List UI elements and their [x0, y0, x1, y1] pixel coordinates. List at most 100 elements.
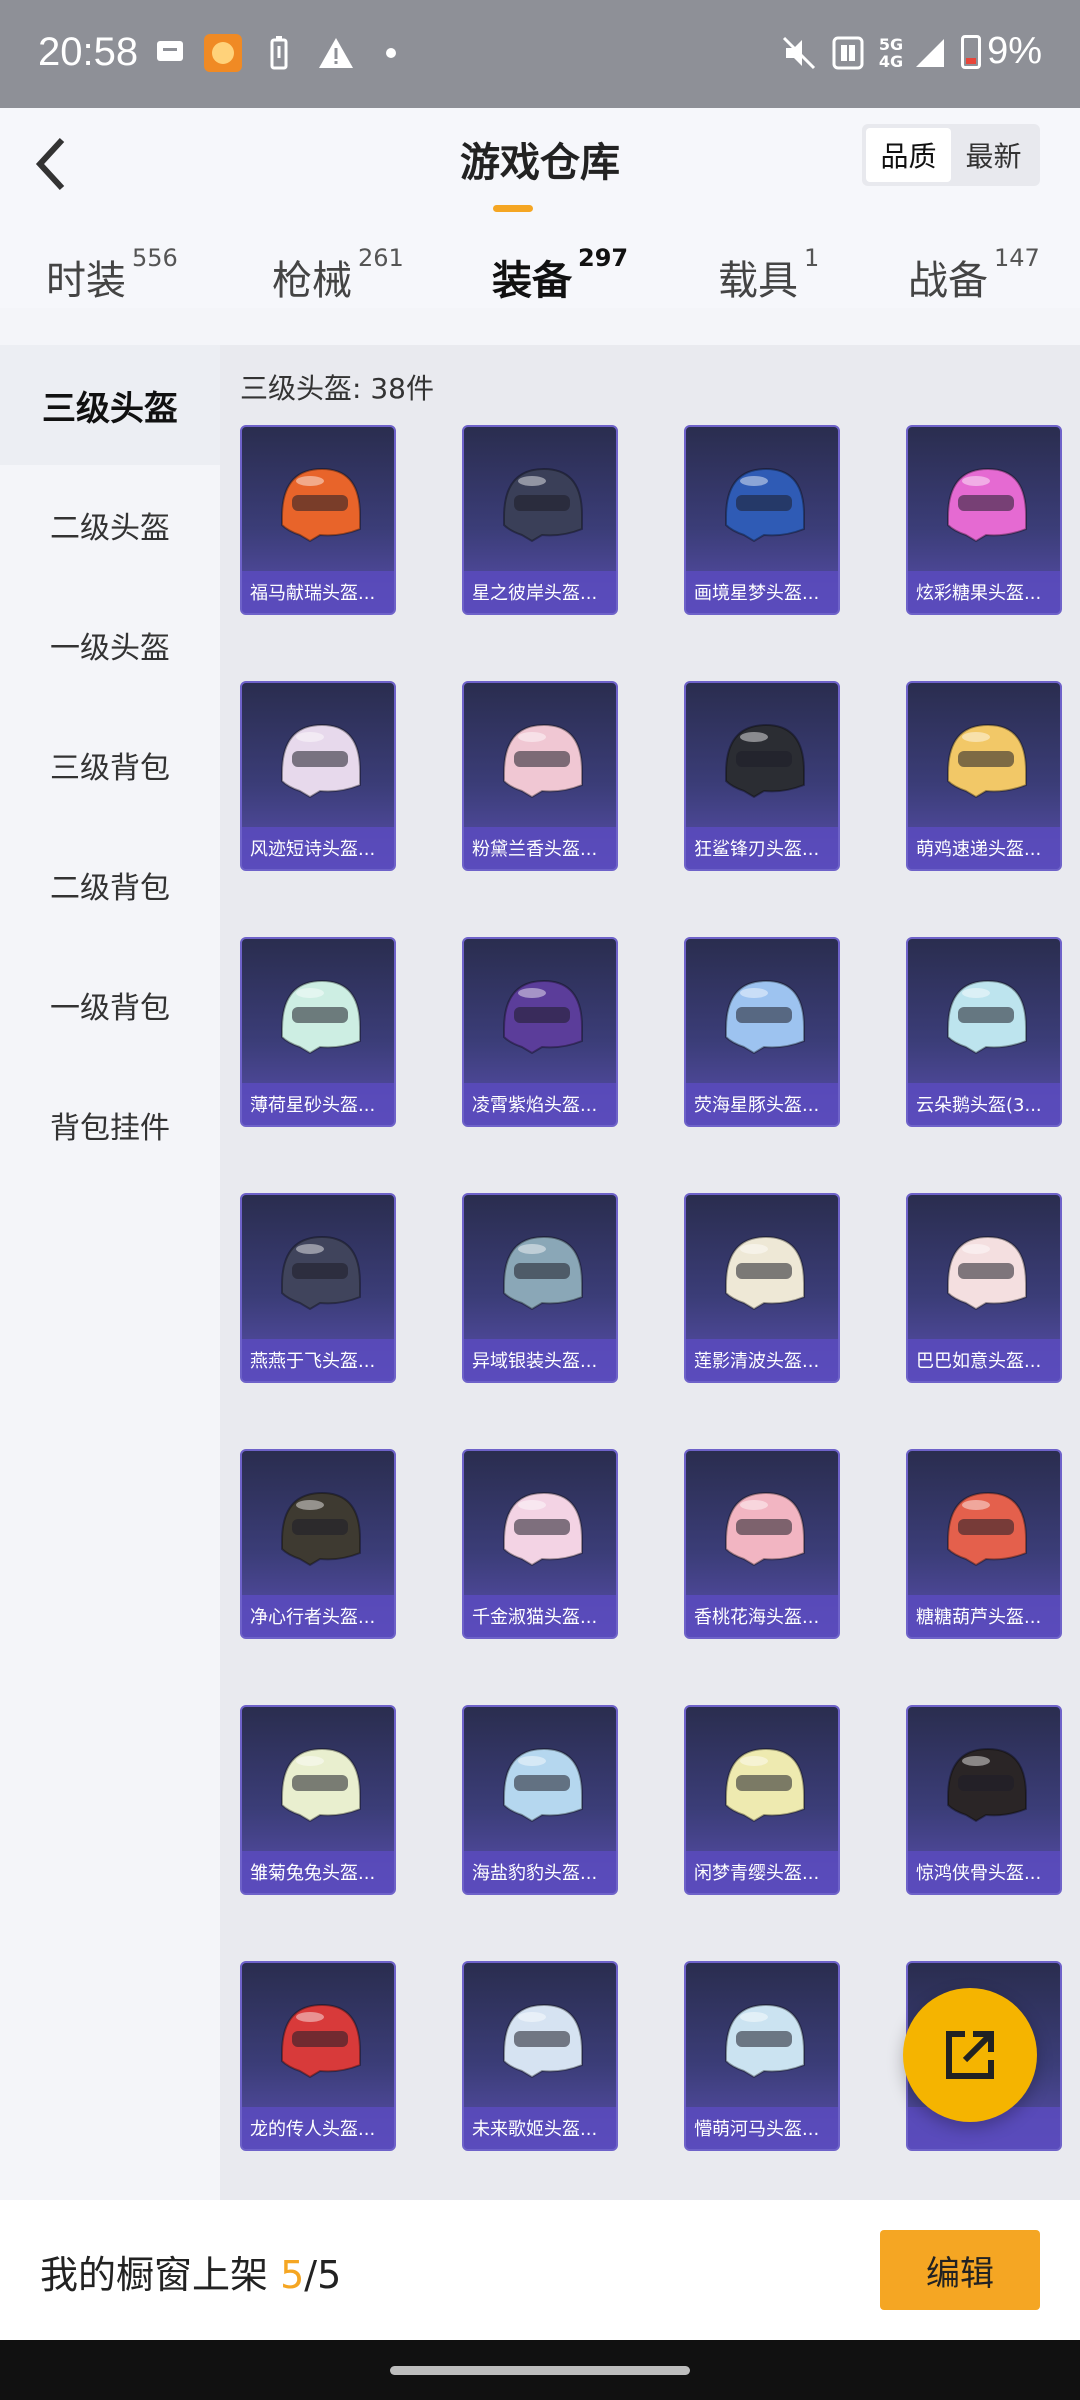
- item-card[interactable]: 云朵鹅头盔(3...: [906, 937, 1062, 1127]
- item-name: 云朵鹅头盔(3...: [908, 1083, 1060, 1125]
- item-card[interactable]: 异域银装头盔...: [462, 1193, 618, 1383]
- item-name: 粉黛兰香头盔...: [464, 827, 616, 869]
- item-card[interactable]: 未来歌姬头盔...: [462, 1961, 618, 2151]
- item-card[interactable]: 雏菊兔兔头盔...: [240, 1705, 396, 1895]
- helmet-icon: [947, 467, 1027, 543]
- share-button[interactable]: [903, 1988, 1037, 2122]
- tab-count: 556: [132, 244, 178, 272]
- item-name: 千金淑猫头盔...: [464, 1595, 616, 1637]
- clock: 20:58: [38, 30, 139, 74]
- sidebar: 三级头盔 二级头盔 一级头盔 三级背包 二级背包 一级背包 背包挂件: [0, 345, 220, 2200]
- helmet-icon: [281, 723, 361, 799]
- item-card[interactable]: 惊鸿侠骨头盔...: [906, 1705, 1062, 1895]
- sidebar-item-level3-backpack[interactable]: 三级背包: [0, 705, 220, 825]
- item-card[interactable]: 炫彩糖果头盔...: [906, 425, 1062, 615]
- tab-count: 1: [804, 244, 820, 272]
- sidebar-item-backpack-charm[interactable]: 背包挂件: [0, 1065, 220, 1185]
- helmet-icon: [281, 1747, 361, 1823]
- bottom-bar: 我的橱窗上架 5/5 编辑: [0, 2200, 1080, 2340]
- helmet-icon: [947, 723, 1027, 799]
- showcase-label: 我的橱窗上架: [40, 2253, 281, 2297]
- item-panel: 三级头盔: 38件 福马献瑞头盔... 星之彼岸头盔... 画境星梦头盔... 炫彩糖…: [220, 345, 1080, 2200]
- item-name: 狂鲨锋刃头盔...: [686, 827, 838, 869]
- app-notification-icon: [202, 34, 244, 72]
- item-card[interactable]: 净心行者头盔...: [240, 1449, 396, 1639]
- item-card[interactable]: 画境星梦头盔...: [684, 425, 840, 615]
- tab-count: 147: [994, 244, 1040, 272]
- home-gesture-handle[interactable]: [390, 2366, 690, 2375]
- helmet-icon: [947, 1491, 1027, 1567]
- sort-toggle: 品质 最新: [862, 124, 1040, 186]
- item-card[interactable]: 千金淑猫头盔...: [462, 1449, 618, 1639]
- tab-vehicles[interactable]: 载具 1: [718, 244, 819, 306]
- helmet-icon: [725, 1747, 805, 1823]
- sort-option-latest[interactable]: 最新: [951, 128, 1036, 182]
- status-bar: 20:58 5G 4G 9%: [0, 0, 1080, 108]
- helmet-icon: [503, 2003, 583, 2079]
- helmet-icon: [725, 979, 805, 1055]
- item-card[interactable]: 莲影清波头盔...: [684, 1193, 840, 1383]
- item-card[interactable]: 香桃花海头盔...: [684, 1449, 840, 1639]
- item-name: 龙的传人头盔...: [242, 2107, 394, 2149]
- helmet-icon: [503, 979, 583, 1055]
- item-card[interactable]: 风迹短诗头盔...: [240, 681, 396, 871]
- tab-fashion[interactable]: 时装 556: [46, 244, 178, 306]
- warning-icon: [316, 34, 356, 72]
- sidebar-item-level2-backpack[interactable]: 二级背包: [0, 825, 220, 945]
- item-card[interactable]: 狂鲨锋刃头盔...: [684, 681, 840, 871]
- dot-icon: [384, 34, 398, 72]
- item-card[interactable]: 萌鸡速递头盔...: [906, 681, 1062, 871]
- section-title: 三级头盔: 38件: [240, 372, 434, 405]
- helmet-icon: [281, 467, 361, 543]
- item-card[interactable]: 星之彼岸头盔...: [462, 425, 618, 615]
- item-card[interactable]: 燕燕于飞头盔...: [240, 1193, 396, 1383]
- helmet-icon: [947, 1235, 1027, 1311]
- item-card[interactable]: 糖糖葫芦头盔...: [906, 1449, 1062, 1639]
- item-card[interactable]: 海盐豹豹头盔...: [462, 1705, 618, 1895]
- item-card[interactable]: 龙的传人头盔...: [240, 1961, 396, 2151]
- showcase-status: 我的橱窗上架 5/5: [40, 2244, 341, 2299]
- helmet-icon: [725, 1235, 805, 1311]
- item-card[interactable]: 福马献瑞头盔...: [240, 425, 396, 615]
- item-name: 萌鸡速递头盔...: [908, 827, 1060, 869]
- nfc-icon: [830, 34, 866, 72]
- item-card[interactable]: 荧海星豚头盔...: [684, 937, 840, 1127]
- item-card[interactable]: 懵萌河马头盔...: [684, 1961, 840, 2151]
- item-name: 惊鸿侠骨头盔...: [908, 1851, 1060, 1893]
- battery-icon: [961, 34, 982, 69]
- sidebar-item-level1-helmet[interactable]: 一级头盔: [0, 585, 220, 705]
- item-name: 画境星梦头盔...: [686, 571, 838, 613]
- tab-label: 载具: [718, 258, 798, 304]
- tab-guns[interactable]: 枪械 261: [272, 244, 404, 306]
- item-card[interactable]: 闲梦青缨头盔...: [684, 1705, 840, 1895]
- sidebar-item-level3-helmet[interactable]: 三级头盔: [0, 345, 220, 465]
- helmet-icon: [281, 2003, 361, 2079]
- item-name: 莲影清波头盔...: [686, 1339, 838, 1381]
- item-name: 风迹短诗头盔...: [242, 827, 394, 869]
- signal-icon: [912, 34, 948, 72]
- tab-combat-gear[interactable]: 战备 147: [908, 244, 1040, 306]
- system-nav-bar: [0, 2340, 1080, 2400]
- sidebar-item-level2-helmet[interactable]: 二级头盔: [0, 465, 220, 585]
- battery-alert-icon: [266, 34, 292, 72]
- sort-option-quality[interactable]: 品质: [866, 128, 951, 182]
- tab-label: 枪械: [272, 258, 352, 304]
- network-type-label: 5G 4G: [874, 34, 908, 72]
- category-tabs: 时装 556 枪械 261 装备 297 载具 1 战备 147: [0, 244, 1080, 318]
- tab-equipment[interactable]: 装备 297: [492, 244, 628, 306]
- sidebar-item-level1-backpack[interactable]: 一级背包: [0, 945, 220, 1065]
- item-name: 闲梦青缨头盔...: [686, 1851, 838, 1893]
- item-card[interactable]: 薄荷星砂头盔...: [240, 937, 396, 1127]
- edit-button[interactable]: 编辑: [880, 2230, 1040, 2310]
- item-name: 薄荷星砂头盔...: [242, 1083, 394, 1125]
- helmet-icon: [503, 1235, 583, 1311]
- item-card[interactable]: 巴巴如意头盔...: [906, 1193, 1062, 1383]
- item-card[interactable]: 凌霄紫焰头盔...: [462, 937, 618, 1127]
- item-card[interactable]: 粉黛兰香头盔...: [462, 681, 618, 871]
- battery-indicator: 9%: [961, 30, 1042, 73]
- item-name: 糖糖葫芦头盔...: [908, 1595, 1060, 1637]
- item-name: 凌霄紫焰头盔...: [464, 1083, 616, 1125]
- item-name: 燕燕于飞头盔...: [242, 1339, 394, 1381]
- helmet-icon: [503, 1747, 583, 1823]
- tab-label: 战备: [908, 258, 988, 304]
